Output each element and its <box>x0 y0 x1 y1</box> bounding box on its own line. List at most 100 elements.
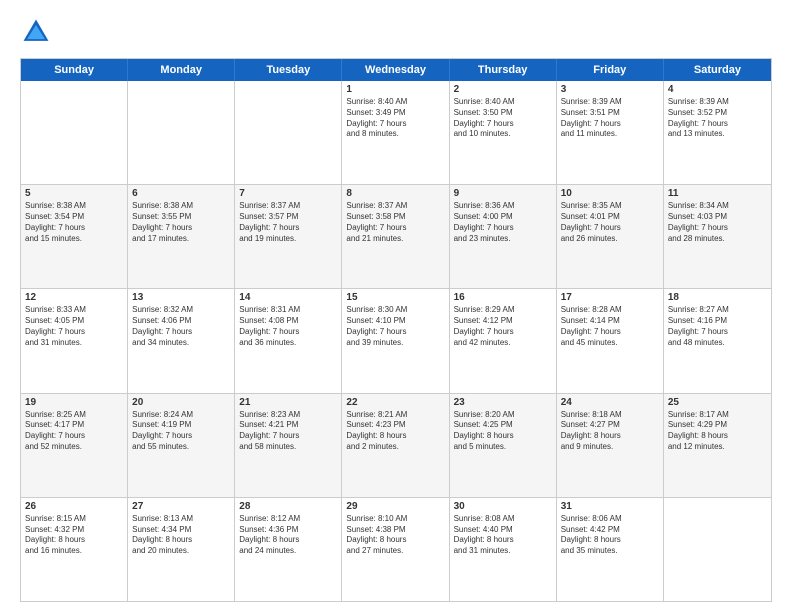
empty-cell <box>235 81 342 184</box>
day-number: 21 <box>239 397 337 408</box>
day-cell-7: 7 Sunrise: 8:37 AMSunset: 3:57 PMDaylight… <box>235 185 342 288</box>
day-number: 14 <box>239 292 337 303</box>
day-info: Sunrise: 8:17 AMSunset: 4:29 PMDaylight:… <box>668 410 767 453</box>
day-number: 8 <box>346 188 444 199</box>
header-day-sunday: Sunday <box>21 59 128 81</box>
day-number: 20 <box>132 397 230 408</box>
day-info: Sunrise: 8:21 AMSunset: 4:23 PMDaylight:… <box>346 410 444 453</box>
day-cell-28: 28Sunrise: 8:12 AMSunset: 4:36 PMDayligh… <box>235 498 342 601</box>
header-day-tuesday: Tuesday <box>235 59 342 81</box>
empty-cell <box>664 498 771 601</box>
day-cell-3: 3Sunrise: 8:39 AMSunset: 3:51 PMDaylight… <box>557 81 664 184</box>
day-cell-8: 8 Sunrise: 8:37 AMSunset: 3:58 PMDaylight… <box>342 185 449 288</box>
day-number: 2 <box>454 84 552 95</box>
day-cell-12: 12Sunrise: 8:33 AMSunset: 4:05 PMDayligh… <box>21 289 128 392</box>
empty-cell <box>21 81 128 184</box>
header-day-monday: Monday <box>128 59 235 81</box>
day-info: Sunrise: 8:37 AMSunset: 3:57 PMDaylight:… <box>239 201 337 244</box>
day-number: 7 <box>239 188 337 199</box>
day-number: 26 <box>25 501 123 512</box>
day-number: 1 <box>346 84 444 95</box>
page: SundayMondayTuesdayWednesdayThursdayFrid… <box>0 0 792 612</box>
day-number: 3 <box>561 84 659 95</box>
header-day-wednesday: Wednesday <box>342 59 449 81</box>
day-info: Sunrise: 8:06 AMSunset: 4:42 PMDaylight:… <box>561 514 659 557</box>
calendar-body: 1 Sunrise: 8:40 AMSunset: 3:49 PMDaylight… <box>21 81 771 601</box>
day-info: Sunrise: 8:31 AMSunset: 4:08 PMDaylight:… <box>239 305 337 348</box>
header <box>20 16 772 48</box>
day-info: Sunrise: 8:18 AMSunset: 4:27 PMDaylight:… <box>561 410 659 453</box>
day-cell-19: 19Sunrise: 8:25 AMSunset: 4:17 PMDayligh… <box>21 394 128 497</box>
day-cell-22: 22 Sunrise: 8:21 AMSunset: 4:23 PMDayligh… <box>342 394 449 497</box>
day-cell-24: 24Sunrise: 8:18 AMSunset: 4:27 PMDayligh… <box>557 394 664 497</box>
day-info: Sunrise: 8:12 AMSunset: 4:36 PMDaylight:… <box>239 514 337 557</box>
day-number: 13 <box>132 292 230 303</box>
day-cell-27: 27 Sunrise: 8:13 AMSunset: 4:34 PMDayligh… <box>128 498 235 601</box>
day-number: 6 <box>132 188 230 199</box>
day-info: Sunrise: 8:40 AMSunset: 3:50 PMDaylight:… <box>454 97 552 140</box>
day-number: 5 <box>25 188 123 199</box>
day-info: Sunrise: 8:20 AMSunset: 4:25 PMDaylight:… <box>454 410 552 453</box>
day-info: Sunrise: 8:40 AMSunset: 3:49 PMDaylight:… <box>346 97 444 140</box>
day-number: 31 <box>561 501 659 512</box>
day-number: 29 <box>346 501 444 512</box>
day-info: Sunrise: 8:39 AMSunset: 3:52 PMDaylight:… <box>668 97 767 140</box>
day-info: Sunrise: 8:34 AMSunset: 4:03 PMDaylight:… <box>668 201 767 244</box>
header-day-friday: Friday <box>557 59 664 81</box>
day-info: Sunrise: 8:28 AMSunset: 4:14 PMDaylight:… <box>561 305 659 348</box>
day-info: Sunrise: 8:13 AMSunset: 4:34 PMDaylight:… <box>132 514 230 557</box>
day-info: Sunrise: 8:10 AMSunset: 4:38 PMDaylight:… <box>346 514 444 557</box>
day-cell-10: 10 Sunrise: 8:35 AMSunset: 4:01 PMDayligh… <box>557 185 664 288</box>
calendar: SundayMondayTuesdayWednesdayThursdayFrid… <box>20 58 772 602</box>
day-number: 30 <box>454 501 552 512</box>
day-cell-16: 16Sunrise: 8:29 AMSunset: 4:12 PMDayligh… <box>450 289 557 392</box>
day-info: Sunrise: 8:36 AMSunset: 4:00 PMDaylight:… <box>454 201 552 244</box>
day-cell-17: 17 Sunrise: 8:28 AMSunset: 4:14 PMDayligh… <box>557 289 664 392</box>
day-number: 11 <box>668 188 767 199</box>
day-info: Sunrise: 8:37 AMSunset: 3:58 PMDaylight:… <box>346 201 444 244</box>
day-info: Sunrise: 8:35 AMSunset: 4:01 PMDaylight:… <box>561 201 659 244</box>
logo <box>20 16 56 48</box>
day-cell-18: 18 Sunrise: 8:27 AMSunset: 4:16 PMDayligh… <box>664 289 771 392</box>
day-info: Sunrise: 8:27 AMSunset: 4:16 PMDaylight:… <box>668 305 767 348</box>
day-cell-20: 20Sunrise: 8:24 AMSunset: 4:19 PMDayligh… <box>128 394 235 497</box>
header-day-thursday: Thursday <box>450 59 557 81</box>
day-cell-25: 25 Sunrise: 8:17 AMSunset: 4:29 PMDayligh… <box>664 394 771 497</box>
calendar-row-0: 1 Sunrise: 8:40 AMSunset: 3:49 PMDaylight… <box>21 81 771 184</box>
day-number: 27 <box>132 501 230 512</box>
calendar-header: SundayMondayTuesdayWednesdayThursdayFrid… <box>21 59 771 81</box>
day-number: 18 <box>668 292 767 303</box>
day-number: 10 <box>561 188 659 199</box>
day-cell-9: 9 Sunrise: 8:36 AMSunset: 4:00 PMDaylight… <box>450 185 557 288</box>
day-info: Sunrise: 8:38 AMSunset: 3:54 PMDaylight:… <box>25 201 123 244</box>
day-number: 22 <box>346 397 444 408</box>
day-number: 9 <box>454 188 552 199</box>
day-cell-26: 26 Sunrise: 8:15 AMSunset: 4:32 PMDayligh… <box>21 498 128 601</box>
day-number: 12 <box>25 292 123 303</box>
day-number: 4 <box>668 84 767 95</box>
day-number: 25 <box>668 397 767 408</box>
day-cell-1: 1 Sunrise: 8:40 AMSunset: 3:49 PMDaylight… <box>342 81 449 184</box>
day-info: Sunrise: 8:23 AMSunset: 4:21 PMDaylight:… <box>239 410 337 453</box>
day-cell-13: 13 Sunrise: 8:32 AMSunset: 4:06 PMDayligh… <box>128 289 235 392</box>
calendar-row-2: 12Sunrise: 8:33 AMSunset: 4:05 PMDayligh… <box>21 288 771 392</box>
day-number: 23 <box>454 397 552 408</box>
calendar-row-1: 5 Sunrise: 8:38 AMSunset: 3:54 PMDaylight… <box>21 184 771 288</box>
calendar-row-3: 19Sunrise: 8:25 AMSunset: 4:17 PMDayligh… <box>21 393 771 497</box>
day-info: Sunrise: 8:15 AMSunset: 4:32 PMDaylight:… <box>25 514 123 557</box>
day-cell-15: 15Sunrise: 8:30 AMSunset: 4:10 PMDayligh… <box>342 289 449 392</box>
logo-icon <box>20 16 52 48</box>
day-info: Sunrise: 8:30 AMSunset: 4:10 PMDaylight:… <box>346 305 444 348</box>
day-number: 16 <box>454 292 552 303</box>
day-cell-2: 2 Sunrise: 8:40 AMSunset: 3:50 PMDaylight… <box>450 81 557 184</box>
day-cell-23: 23 Sunrise: 8:20 AMSunset: 4:25 PMDayligh… <box>450 394 557 497</box>
day-info: Sunrise: 8:38 AMSunset: 3:55 PMDaylight:… <box>132 201 230 244</box>
day-info: Sunrise: 8:08 AMSunset: 4:40 PMDaylight:… <box>454 514 552 557</box>
day-cell-11: 11 Sunrise: 8:34 AMSunset: 4:03 PMDayligh… <box>664 185 771 288</box>
day-cell-14: 14 Sunrise: 8:31 AMSunset: 4:08 PMDayligh… <box>235 289 342 392</box>
day-number: 17 <box>561 292 659 303</box>
day-cell-30: 30 Sunrise: 8:08 AMSunset: 4:40 PMDayligh… <box>450 498 557 601</box>
day-info: Sunrise: 8:32 AMSunset: 4:06 PMDaylight:… <box>132 305 230 348</box>
empty-cell <box>128 81 235 184</box>
day-cell-5: 5 Sunrise: 8:38 AMSunset: 3:54 PMDaylight… <box>21 185 128 288</box>
